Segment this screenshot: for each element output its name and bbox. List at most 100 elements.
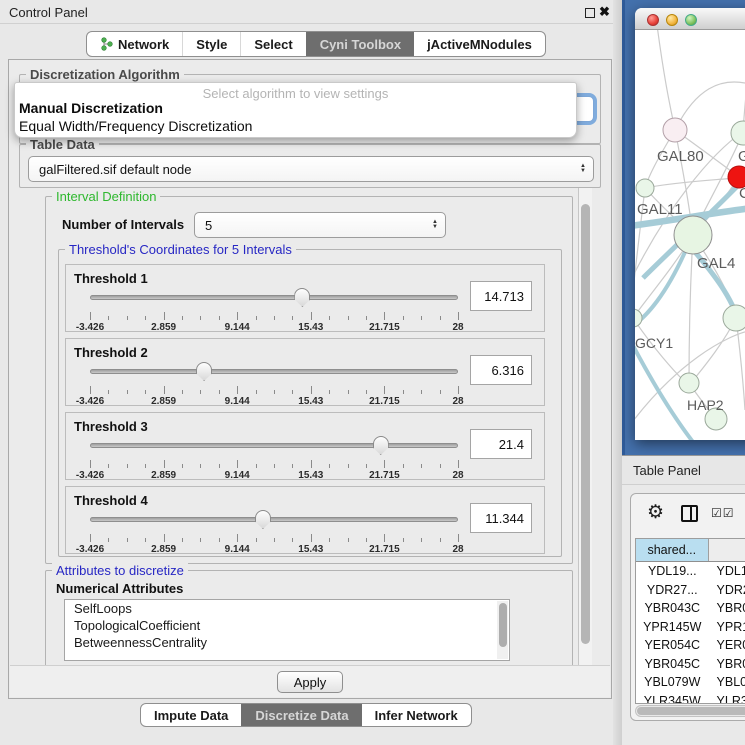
- column-layout-icon[interactable]: [681, 505, 698, 522]
- tab-select[interactable]: Select: [240, 32, 305, 56]
- combo-stepper-icon[interactable]: ▲▼: [432, 213, 438, 237]
- numerical-attributes-label: Numerical Attributes: [56, 581, 183, 596]
- table-hscrollbar-thumb[interactable]: [637, 707, 745, 715]
- slider-thumb[interactable]: [373, 436, 389, 455]
- mac-zoom-icon[interactable]: [685, 14, 697, 26]
- network-canvas[interactable]: GAL80GACGAL11GAL4GCY1HHAP2: [635, 30, 745, 440]
- table-row[interactable]: YDR27...YDR2: [636, 581, 745, 600]
- network-edge[interactable]: [675, 82, 745, 130]
- close-icon[interactable]: ✖: [599, 4, 610, 20]
- table-column-header[interactable]: na: [709, 539, 745, 561]
- tab-impute-data[interactable]: Impute Data: [141, 704, 241, 726]
- panel-scrollbar-thumb[interactable]: [581, 204, 590, 644]
- slider-thumb[interactable]: [196, 362, 212, 381]
- mac-close-icon[interactable]: [647, 14, 659, 26]
- interval-definition-group: Interval Definition Number of Intervals …: [45, 196, 573, 564]
- network-node[interactable]: [663, 118, 687, 142]
- list-scrollbar-thumb[interactable]: [499, 603, 507, 647]
- list-item[interactable]: SelfLoops: [65, 600, 509, 617]
- threshold-label: Threshold 2: [74, 345, 148, 360]
- network-window-titlebar[interactable]: [635, 8, 745, 30]
- threshold-panel: Threshold 2 -3.4262.8599.14415.4321.71528…: [65, 338, 545, 406]
- network-icon: [100, 37, 113, 51]
- threshold-value-field[interactable]: 14.713: [470, 281, 532, 311]
- table-row[interactable]: YDL19...YDL1: [636, 562, 745, 581]
- table-cell: YER0: [709, 636, 745, 655]
- table-cell: YLR3: [709, 692, 745, 705]
- table-row[interactable]: YPR145WYPR1: [636, 618, 745, 637]
- group-title-table-data: Table Data: [26, 137, 99, 152]
- network-edge[interactable]: [657, 30, 675, 130]
- threshold-slider[interactable]: -3.4262.8599.14415.4321.71528: [90, 363, 458, 403]
- tab-cyni-toolbox[interactable]: Cyni Toolbox: [306, 32, 414, 56]
- network-node[interactable]: [723, 305, 745, 331]
- gear-icon[interactable]: ⚙: [647, 501, 664, 524]
- table-cell: YBR045C: [636, 655, 709, 674]
- table-row[interactable]: YBR043CYBR0: [636, 599, 745, 618]
- slider-track[interactable]: [90, 517, 458, 522]
- algorithm-option[interactable]: Equal Width/Frequency Discretization: [19, 118, 252, 134]
- table-cell: YPR1: [709, 618, 745, 637]
- table-horizontal-scrollbar[interactable]: [635, 705, 745, 717]
- table-rows: YDL19...YDL1YDR27...YDR2YBR043CYBR0YPR14…: [636, 562, 745, 704]
- table-panel-body: ⚙ ☑☑ shared...na YDL19...YDL1YDR27...YDR…: [622, 485, 745, 745]
- slider-track[interactable]: [90, 443, 458, 448]
- thresholds-host: Threshold 1-3.4262.8599.14415.4321.71528…: [59, 250, 561, 556]
- network-graph: GAL80GACGAL11GAL4GCY1HHAP2: [635, 30, 745, 440]
- slider-track[interactable]: [90, 369, 458, 374]
- network-node[interactable]: [674, 216, 712, 254]
- list-scrollbar[interactable]: [497, 601, 508, 659]
- panel-vertical-scrollbar[interactable]: [578, 188, 592, 692]
- bottom-tab-bar: Impute Data Discretize DataInfer Network: [140, 703, 472, 727]
- threshold-value-field[interactable]: 11.344: [470, 503, 532, 533]
- network-edge[interactable]: [645, 178, 735, 188]
- threshold-label: Threshold 4: [74, 493, 148, 508]
- top-tab-bar: NetworkStyleSelectCyni ToolboxjActiveMNo…: [86, 31, 546, 57]
- number-of-intervals-label: Number of Intervals: [62, 217, 184, 232]
- table-row[interactable]: YER054CYER0: [636, 636, 745, 655]
- threshold-slider[interactable]: -3.4262.8599.14415.4321.71528: [90, 437, 458, 477]
- list-item[interactable]: TopologicalCoefficient: [65, 617, 509, 634]
- network-view-window[interactable]: GAL80GACGAL11GAL4GCY1HHAP2: [635, 8, 745, 440]
- apply-button[interactable]: Apply: [277, 671, 343, 693]
- table-column-header[interactable]: shared...: [636, 539, 709, 561]
- node-label: C: [739, 185, 745, 202]
- slider-track[interactable]: [90, 295, 458, 300]
- slider-thumb[interactable]: [294, 288, 310, 307]
- threshold-label: Threshold 3: [74, 419, 148, 434]
- number-of-intervals-combobox[interactable]: 5 ▲▼: [194, 212, 446, 238]
- list-item[interactable]: BetweennessCentrality: [65, 634, 509, 651]
- threshold-slider[interactable]: -3.4262.8599.14415.4321.71528: [90, 289, 458, 329]
- node-table[interactable]: shared...na YDL19...YDL1YDR27...YDR2YBR0…: [635, 538, 745, 704]
- tab-network[interactable]: Network: [87, 32, 182, 56]
- tab-jactivemnodules[interactable]: jActiveMNodules: [414, 32, 545, 56]
- tab-infer-network[interactable]: Infer Network: [362, 704, 471, 726]
- threshold-value-field[interactable]: 6.316: [470, 355, 532, 385]
- table-cell: YER054C: [636, 636, 709, 655]
- float-window-icon[interactable]: [585, 8, 595, 18]
- select-columns-icon[interactable]: ☑☑: [711, 506, 735, 520]
- threshold-value-field[interactable]: 21.4: [470, 429, 532, 459]
- tab-style[interactable]: Style: [182, 32, 240, 56]
- tab-label: Impute Data: [154, 708, 228, 723]
- tab-discretize-data[interactable]: Discretize Data: [241, 704, 361, 726]
- slider-thumb[interactable]: [255, 510, 271, 529]
- table-row[interactable]: YBR045CYBR0: [636, 655, 745, 674]
- mac-minimize-icon[interactable]: [666, 14, 678, 26]
- network-node[interactable]: [679, 373, 699, 393]
- network-node[interactable]: [635, 309, 642, 327]
- node-label: GAL11: [637, 201, 683, 218]
- network-desktop: GAL80GACGAL11GAL4GCY1HHAP2: [622, 0, 745, 455]
- table-data-combobox[interactable]: galFiltered.sif default node ▲▼: [28, 156, 594, 182]
- network-node[interactable]: [636, 179, 654, 197]
- table-row[interactable]: YLR345WYLR3: [636, 692, 745, 705]
- threshold-slider[interactable]: -3.4262.8599.14415.4321.71528: [90, 511, 458, 551]
- algorithm-option[interactable]: Manual Discretization: [19, 100, 163, 116]
- combo-stepper-icon[interactable]: ▲▼: [580, 157, 586, 181]
- network-node[interactable]: [731, 121, 745, 145]
- slider-ticks: [90, 385, 458, 394]
- numerical-attributes-list[interactable]: SelfLoopsTopologicalCoefficientBetweenne…: [64, 599, 510, 661]
- panel-divider[interactable]: [613, 0, 622, 745]
- algorithm-prompt-option[interactable]: Select algorithm to view settings: [15, 86, 576, 101]
- table-row[interactable]: YBL079WYBL0: [636, 673, 745, 692]
